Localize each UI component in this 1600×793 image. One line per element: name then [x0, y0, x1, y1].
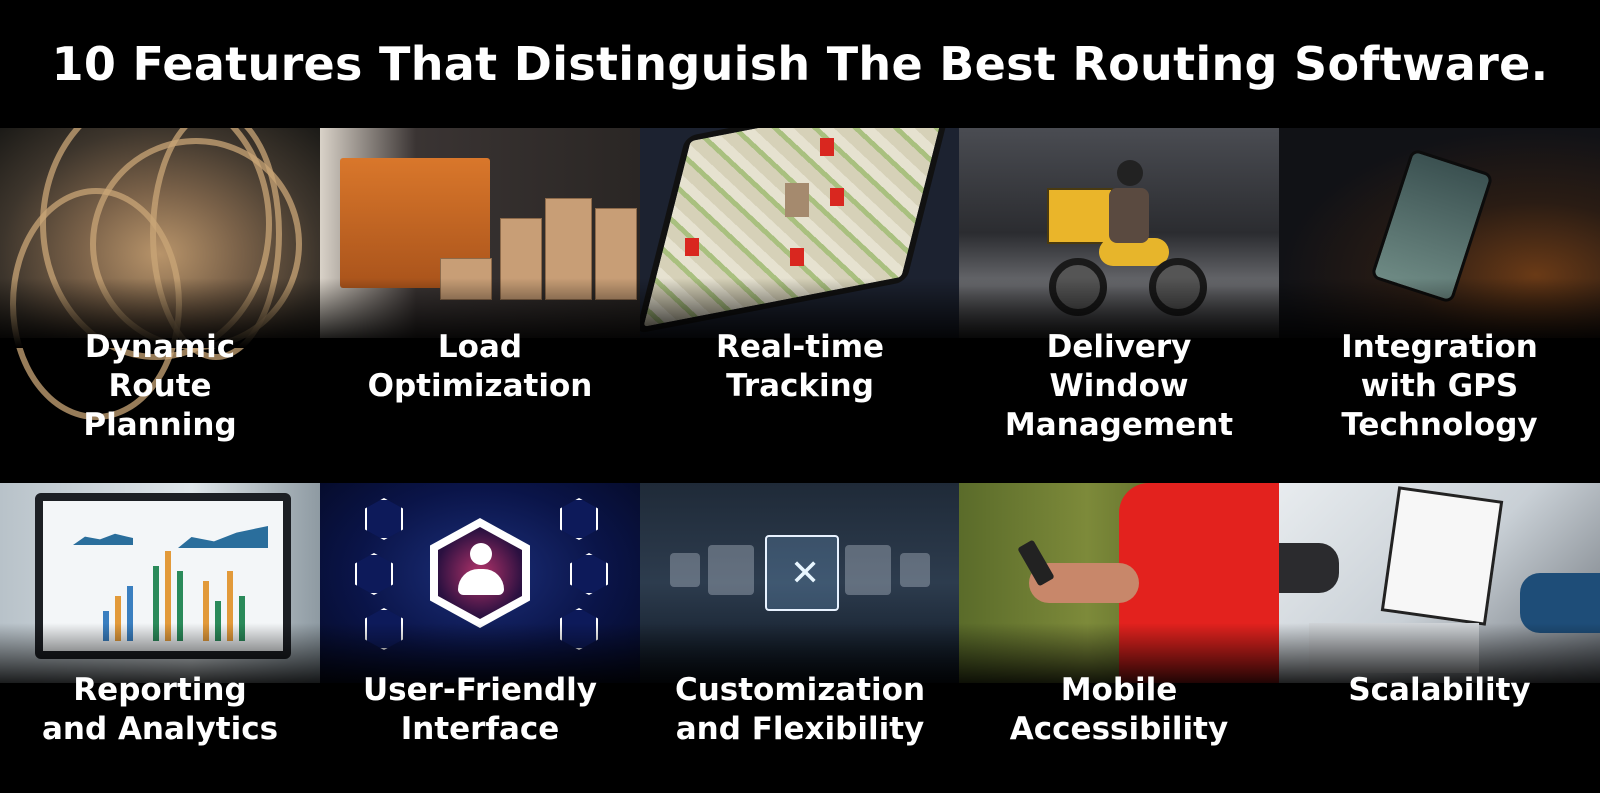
feature-tile-load-optimization: Load Optimization: [320, 128, 640, 483]
feature-label: Load Optimization: [367, 329, 593, 404]
page-title: 10 Features That Distinguish The Best Ro…: [51, 37, 1549, 91]
feature-label: Delivery Window Management: [1004, 329, 1234, 443]
features-row-1: DynamicRoutePlanning LoadOptimization: [0, 128, 1600, 483]
feature-tile-mobile-accessibility: Mobile Accessibility: [959, 483, 1279, 793]
feature-tile-scalability: Scalability: [1279, 483, 1600, 793]
feature-tile-gps-integration: Integration with GPS Technology: [1279, 128, 1600, 483]
feature-label: Reporting and Analytics: [41, 672, 279, 747]
feature-tile-real-time-tracking: Real-time Tracking: [640, 128, 960, 483]
feature-label: Customization and Flexibility: [674, 672, 926, 747]
feature-tile-dynamic-route-planning: Dynamic Route Planning: [0, 128, 320, 483]
feature-label: Mobile Accessibility: [1009, 672, 1229, 747]
feature-tile-delivery-window-management: Delivery Window Management: [959, 128, 1279, 483]
features-row-2: Reporting and Analytics User-Friendly Inte…: [0, 483, 1600, 793]
feature-label: Dynamic Route Planning: [83, 329, 237, 443]
feature-label: Real-time Tracking: [715, 329, 885, 404]
feature-tile-user-friendly-interface: User-Friendly Interface: [320, 483, 640, 793]
feature-label: Integration with GPS Technology: [1341, 329, 1538, 443]
feature-label: Scalability: [1348, 672, 1531, 708]
feature-tile-customization-flexibility: ✕ Customization and Flexibility: [640, 483, 960, 793]
feature-tile-reporting-analytics: Reporting and Analytics: [0, 483, 320, 793]
feature-label: User-Friendly Interface: [362, 672, 598, 747]
